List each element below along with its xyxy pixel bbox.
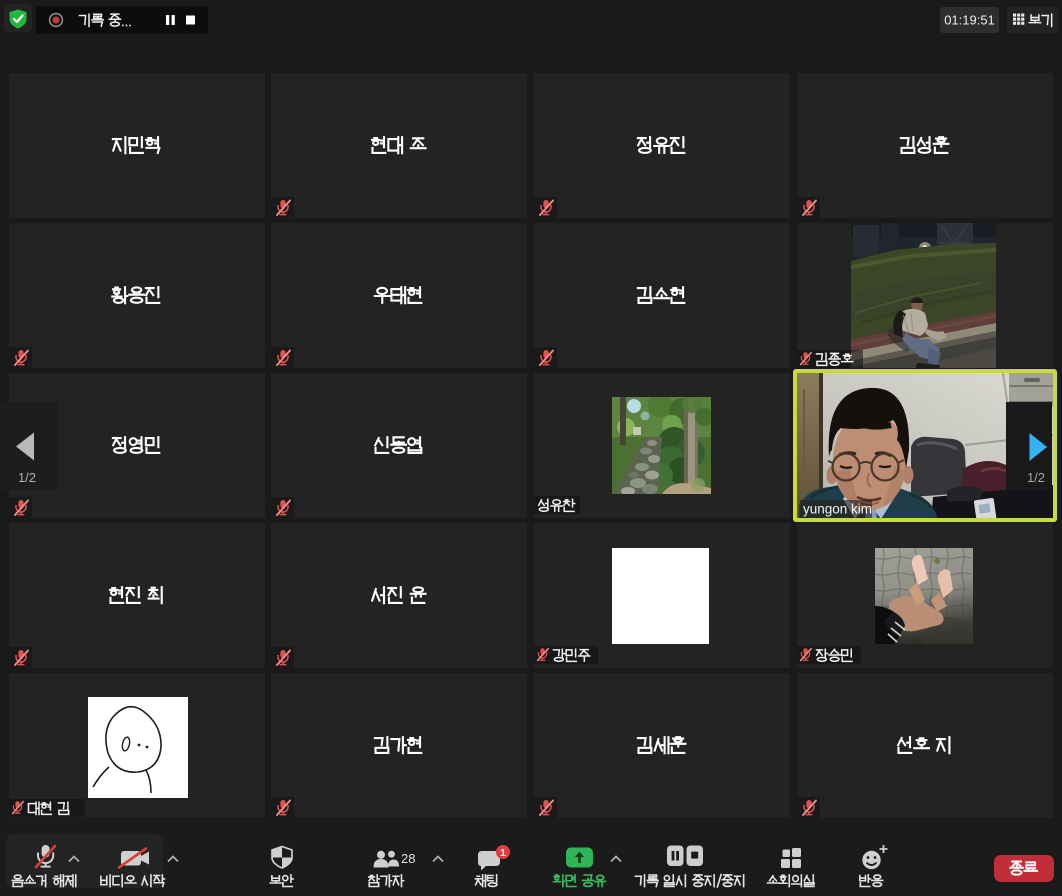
svg-text:01:19:51: 01:19:51 <box>944 13 995 28</box>
svg-text:28: 28 <box>401 851 415 866</box>
svg-text:1: 1 <box>500 847 506 859</box>
svg-text:1/2: 1/2 <box>1027 470 1045 485</box>
svg-text:1/2: 1/2 <box>18 470 36 485</box>
svg-text:yungon kim: yungon kim <box>803 502 872 517</box>
